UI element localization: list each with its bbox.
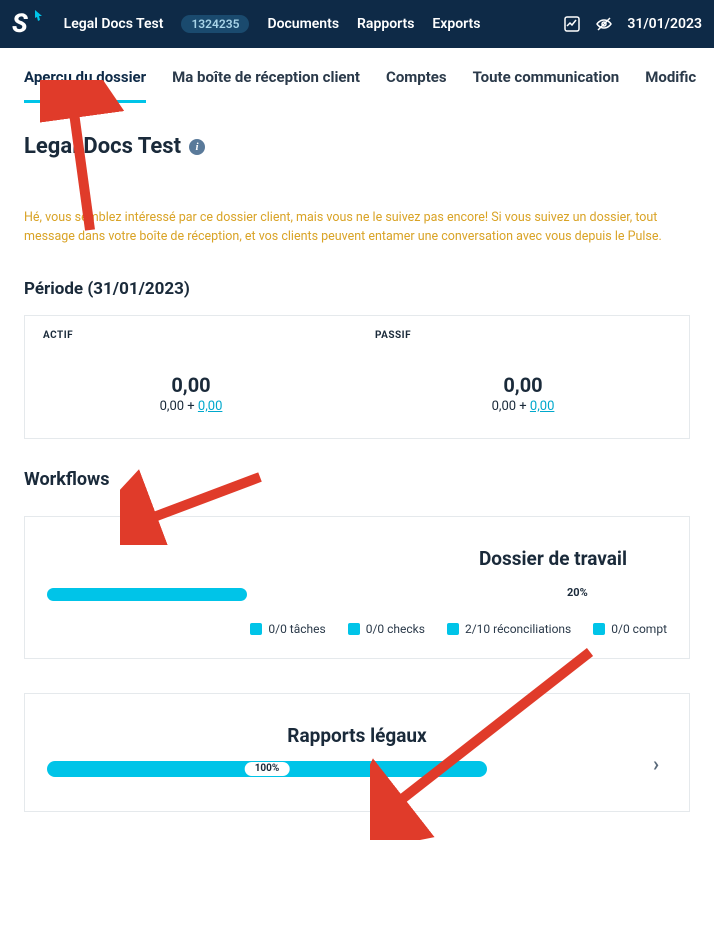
nav-rapports[interactable]: Rapports: [357, 16, 414, 32]
actif-value: 0,00: [43, 373, 339, 397]
chevron-right-icon[interactable]: ›: [653, 752, 659, 776]
rapports-percent: 100%: [245, 762, 290, 776]
actif-link[interactable]: 0,00: [198, 399, 222, 414]
passif-sub: 0,00 + 0,00: [375, 399, 671, 414]
actif-column: ACTIF 0,00 0,00 + 0,00: [25, 316, 357, 438]
actif-label: ACTIF: [43, 330, 339, 341]
tab-inbox[interactable]: Ma boîte de réception client: [172, 68, 360, 103]
tab-comptes[interactable]: Comptes: [386, 68, 447, 103]
app-logo[interactable]: S: [12, 9, 46, 39]
actif-sub: 0,00 + 0,00: [43, 399, 339, 414]
info-icon[interactable]: i: [189, 139, 205, 155]
page-title: Legal Docs Test: [24, 134, 181, 159]
follow-notice: Hé, vous semblez intéressé par ce dossie…: [24, 209, 690, 247]
passif-link[interactable]: 0,00: [530, 399, 554, 414]
workflow-card[interactable]: Dossier de travail 20% 0/0 tâches 0/0 ch…: [24, 516, 690, 659]
pointer-icon: [30, 9, 46, 29]
top-navbar: S Legal Docs Test 1324235 Documents Rapp…: [0, 0, 714, 48]
passif-value: 0,00: [375, 373, 671, 397]
rapports-card[interactable]: Rapports légaux 100% ›: [24, 693, 690, 812]
legend-square-icon: [447, 623, 459, 635]
workflows-heading: Workflows: [0, 439, 714, 498]
workflow-percent: 20%: [567, 586, 588, 599]
balance-card: ACTIF 0,00 0,00 + 0,00 PASSIF 0,00 0,00 …: [24, 315, 690, 439]
workflow-bar-segment: [47, 588, 247, 601]
chart-icon[interactable]: [563, 15, 581, 33]
client-id-badge: 1324235: [181, 15, 249, 33]
tab-communication[interactable]: Toute communication: [473, 68, 620, 103]
legend-square-icon: [593, 623, 605, 635]
legend-compt: 0/0 compt: [593, 622, 667, 636]
nav-documents[interactable]: Documents: [267, 16, 339, 32]
tab-bar: Aperçu du dossier Ma boîte de réception …: [0, 48, 714, 104]
nav-exports[interactable]: Exports: [432, 16, 480, 32]
legend-square-icon: [348, 623, 360, 635]
logo-s-glyph: S: [12, 9, 28, 39]
passif-column: PASSIF 0,00 0,00 + 0,00: [357, 316, 689, 438]
rapports-title: Rapports légaux: [47, 724, 667, 747]
nav-date[interactable]: 31/01/2023: [627, 16, 702, 32]
legend-square-icon: [250, 623, 262, 635]
legend-checks: 0/0 checks: [348, 622, 425, 636]
workflow-legend: 0/0 tâches 0/0 checks 2/10 réconciliatio…: [47, 622, 667, 636]
eye-off-icon[interactable]: [595, 15, 613, 33]
nav-client-name[interactable]: Legal Docs Test: [64, 16, 164, 32]
rapports-progress: 100%: [47, 761, 487, 777]
workflow-progress: 20%: [47, 588, 667, 602]
legend-reconciliations: 2/10 réconciliations: [447, 622, 571, 636]
legend-taches: 0/0 tâches: [250, 622, 325, 636]
workflow-title: Dossier de travail: [47, 547, 627, 570]
tab-modific[interactable]: Modific: [645, 68, 696, 103]
passif-label: PASSIF: [375, 330, 671, 341]
page-title-row: Legal Docs Test i: [0, 104, 714, 169]
period-heading: Période (31/01/2023): [0, 265, 714, 305]
tab-apercu[interactable]: Aperçu du dossier: [24, 68, 146, 103]
